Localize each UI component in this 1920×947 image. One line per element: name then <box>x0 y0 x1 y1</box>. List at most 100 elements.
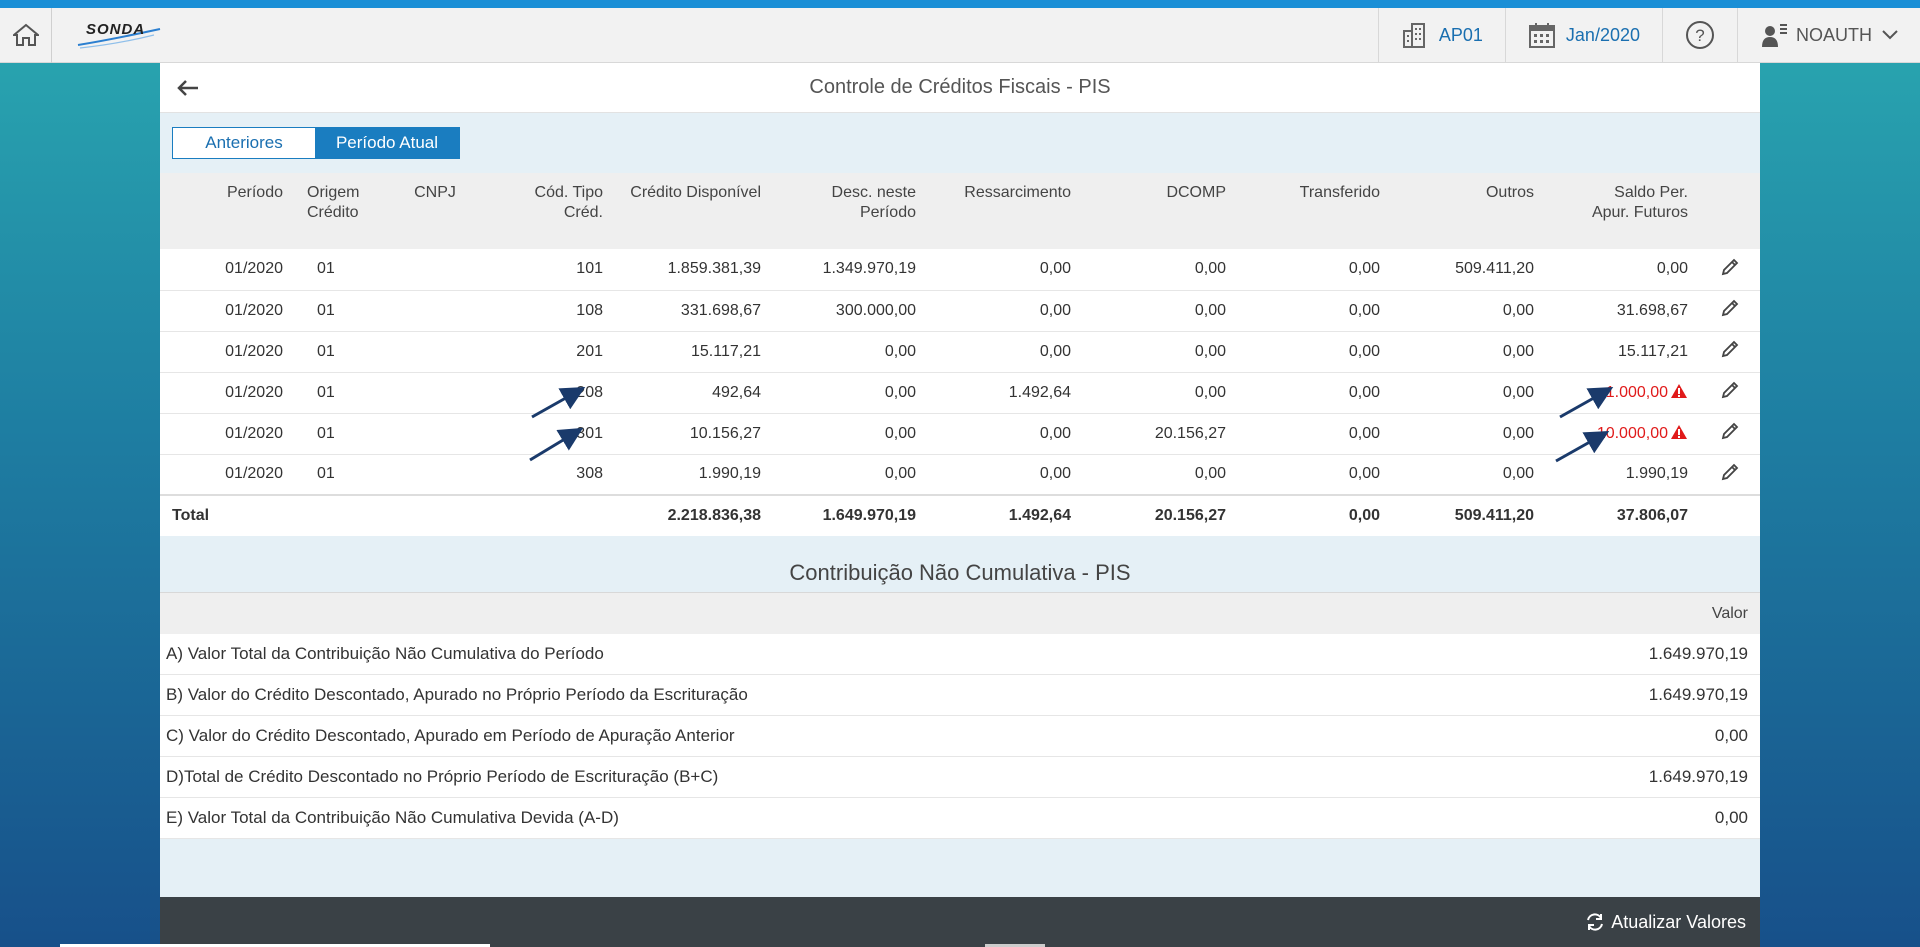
col-header-transf[interactable]: Transferido <box>1238 173 1392 249</box>
main-panel: Controle de Créditos Fiscais - PIS Anter… <box>160 63 1760 947</box>
table-row[interactable]: 01/2020 01 208 492,64 0,00 1.492,64 0,00 0,00 0,… <box>160 372 1760 414</box>
period-label: Jan/2020 <box>1565 24 1640 45</box>
cell-credito: 1.859.381,39 <box>615 249 773 291</box>
cell-periodo: 01/2020 <box>160 290 295 332</box>
cell-dcomp: 0,00 <box>1083 372 1238 414</box>
summary-row: D)Total de Crédito Descontado no Próprio… <box>160 757 1760 798</box>
cell-origem-value: 01 <box>317 424 335 442</box>
cell-cod-value: 108 <box>576 301 603 319</box>
cell-saldo: 1.990,19 <box>1546 454 1700 496</box>
edit-pencil-icon <box>1721 381 1739 399</box>
cell-transf: 0,00 <box>1238 249 1392 291</box>
col-header-desc[interactable]: Desc. neste Período <box>773 173 928 249</box>
table-row[interactable]: 01/2020 01 108 331.698,67 300.000,00 0,00 0,00… <box>160 290 1760 332</box>
col-header-credito[interactable]: Crédito Disponível <box>615 173 773 249</box>
summary-title: Contribuição Não Cumulativa - PIS <box>160 554 1760 592</box>
summary-row: A) Valor Total da Contribuição Não Cumul… <box>160 634 1760 675</box>
cell-desc-value: 1.349.970,19 <box>822 260 916 278</box>
table-row[interactable]: 01/2020 01 308 1.990,19 0,00 0,00 0,00 0,00 0,00… <box>160 454 1760 496</box>
col-header-dcomp[interactable]: DCOMP <box>1083 173 1238 249</box>
cell-dcomp: 0,00 <box>1083 331 1238 373</box>
cell-periodo-value: 01/2020 <box>225 424 283 442</box>
cell-transf-value: 0,00 <box>1348 383 1380 401</box>
total-desc: 1.649.970,19 <box>773 494 928 536</box>
summary-filler <box>160 839 1760 904</box>
cell-dcomp: 20.156,27 <box>1083 413 1238 455</box>
sonda-logo[interactable]: SONDA <box>74 15 164 55</box>
summary-row-value: 1.649.970,19 <box>1648 685 1748 704</box>
tab-anteriores[interactable]: Anteriores <box>173 128 315 158</box>
cell-credito-value: 1.990,19 <box>698 465 761 483</box>
cell-transf: 0,00 <box>1238 372 1392 414</box>
cell-ressarc: 0,00 <box>928 331 1083 373</box>
cell-dcomp-value: 0,00 <box>1194 301 1226 319</box>
cell-origem: 01 <box>295 331 375 373</box>
col-header-cnpj[interactable]: CNPJ <box>375 173 495 249</box>
cell-saldo-value: 1.990,19 <box>1625 465 1688 483</box>
col-header-cod[interactable]: Cód. Tipo Créd. <box>495 173 615 249</box>
cell-credito-value: 1.859.381,39 <box>667 260 761 278</box>
warning-icon <box>1671 384 1687 398</box>
cell-desc-value: 0,00 <box>884 342 916 360</box>
cell-cod-value: 208 <box>576 383 603 401</box>
col-header-saldo[interactable]: Saldo Per. Apur. Futuros <box>1546 173 1700 249</box>
table-row[interactable]: 01/2020 01 201 15.117,21 0,00 0,00 0,00 0,00 0,0… <box>160 331 1760 373</box>
cell-saldo-value: 15.117,21 <box>1618 342 1688 360</box>
cell-periodo-value: 01/2020 <box>225 342 283 360</box>
building-icon <box>1402 23 1425 48</box>
col-header-origem[interactable]: Origem Crédito <box>295 173 375 249</box>
cell-credito: 492,64 <box>615 372 773 414</box>
cell-saldo-value: -1.000,00 <box>1600 384 1668 401</box>
cell-outros-value: 0,00 <box>1502 383 1534 401</box>
edit-button[interactable] <box>1700 372 1760 414</box>
edit-pencil-icon <box>1721 422 1739 440</box>
cell-outros-value: 509.411,20 <box>1455 260 1534 278</box>
cell-cod-value: 201 <box>576 342 603 360</box>
edit-button[interactable] <box>1700 249 1760 291</box>
cell-credito: 15.117,21 <box>615 331 773 373</box>
edit-pencil-icon <box>1721 299 1739 317</box>
edit-pencil-icon <box>1721 463 1739 480</box>
cell-cod-value: 308 <box>576 465 603 483</box>
cell-periodo-value: 01/2020 <box>225 383 283 401</box>
cell-ressarc-value: 1.492,64 <box>1008 383 1071 401</box>
edit-button[interactable] <box>1700 331 1760 373</box>
cell-origem: 01 <box>295 249 375 291</box>
page-title: Controle de Créditos Fiscais - PIS <box>809 76 1111 98</box>
cell-periodo-value: 01/2020 <box>225 260 283 278</box>
cell-origem-value: 01 <box>317 260 335 278</box>
period-selector[interactable]: Jan/2020 <box>1504 7 1662 63</box>
cell-transf-value: 0,00 <box>1348 465 1380 483</box>
summary-row-label: A) Valor Total da Contribuição Não Cumul… <box>166 644 604 663</box>
cell-cod: 208 <box>495 372 615 414</box>
help-button[interactable]: ? <box>1662 7 1737 63</box>
table-row[interactable]: 01/2020 01 101 1.859.381,39 1.349.970,19 0,00… <box>160 249 1760 291</box>
col-header-periodo[interactable]: Período <box>160 173 295 249</box>
cell-credito-value: 10.156,27 <box>689 424 761 442</box>
back-button[interactable] <box>174 75 202 101</box>
home-button[interactable] <box>0 7 52 63</box>
cell-outros: 0,00 <box>1392 290 1546 332</box>
back-arrow-icon <box>177 80 198 96</box>
cell-dcomp-value: 0,00 <box>1194 342 1226 360</box>
tab-periodo-atual[interactable]: Período Atual <box>315 128 459 158</box>
summary-row-label: C) Valor do Crédito Descontado, Apurado … <box>166 726 735 745</box>
cell-desc-value: 300.000,00 <box>835 301 916 319</box>
user-menu[interactable]: NOAUTH <box>1737 7 1920 63</box>
total-ressarc: 1.492,64 <box>928 494 1083 536</box>
cell-cnpj <box>375 331 495 373</box>
col-header-outros[interactable]: Outros <box>1392 173 1546 249</box>
summary-row-value: 1.649.970,19 <box>1648 767 1748 786</box>
refresh-values-button[interactable]: Atualizar Valores <box>1585 912 1746 933</box>
summary-row-value: 0,00 <box>1714 726 1748 745</box>
cell-origem-value: 01 <box>317 342 335 360</box>
company-selector[interactable]: AP01 <box>1377 7 1505 63</box>
total-saldo: 37.806,07 <box>1546 494 1700 536</box>
cell-cnpj <box>375 249 495 291</box>
table-row[interactable]: 01/2020 01 301 10.156,27 0,00 0,00 20.156,27 0,… <box>160 413 1760 455</box>
edit-button[interactable] <box>1700 290 1760 332</box>
cell-dcomp-value: 0,00 <box>1194 260 1226 278</box>
edit-button[interactable] <box>1700 454 1760 496</box>
col-header-ressarc[interactable]: Ressarcimento <box>928 173 1083 249</box>
edit-button[interactable] <box>1700 413 1760 455</box>
